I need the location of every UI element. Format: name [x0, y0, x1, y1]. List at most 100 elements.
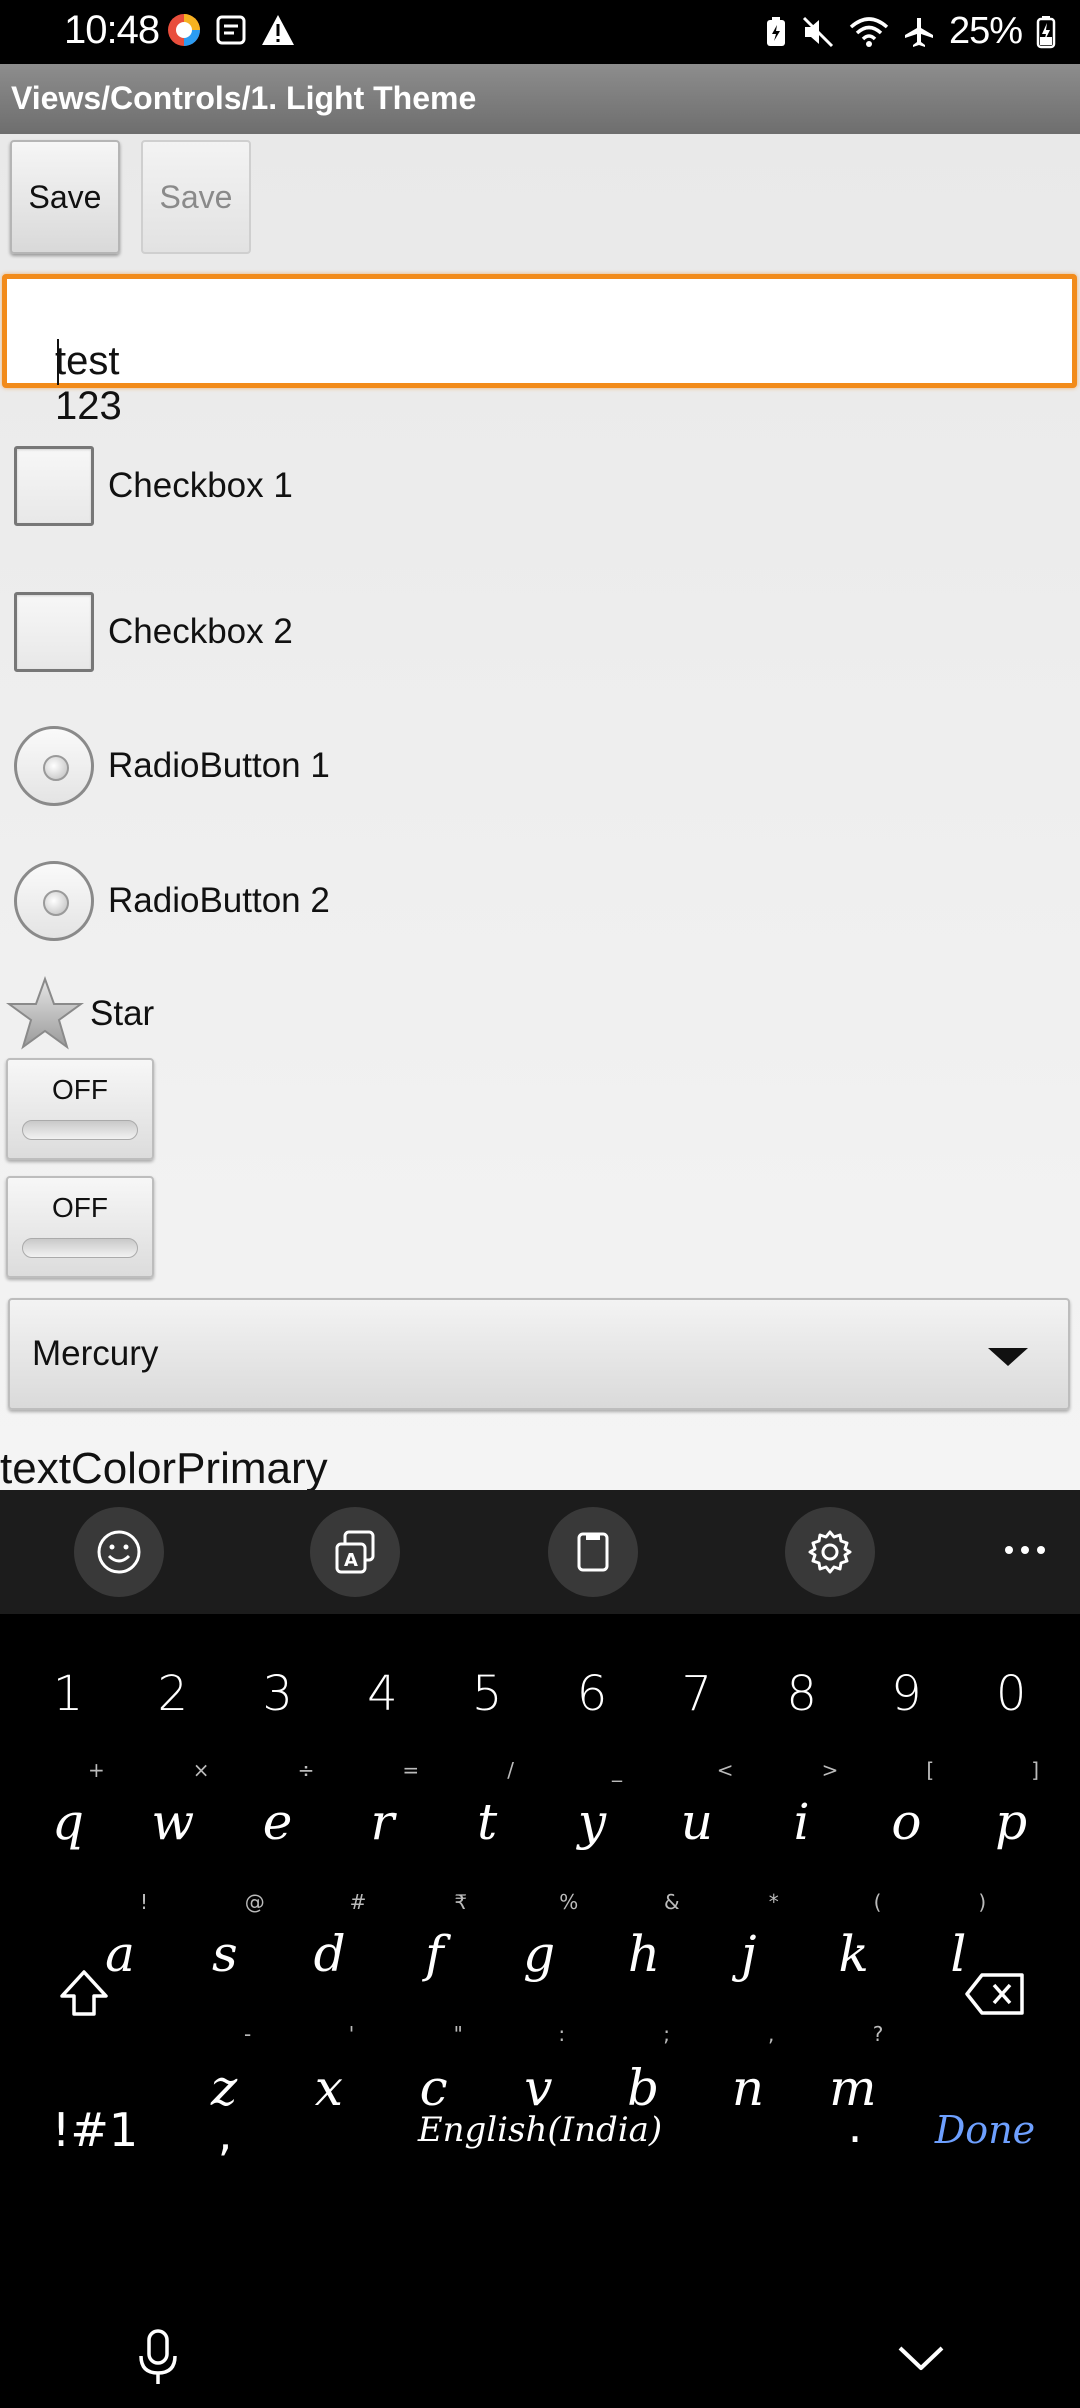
chevron-down-icon — [898, 2346, 944, 2370]
hint-f: ₹ — [454, 1890, 468, 1914]
checkbox-1-label: Checkbox 1 — [108, 466, 293, 505]
key-9[interactable]: 9 — [854, 1644, 958, 1744]
hint-s: @ — [244, 1890, 265, 1914]
clipboard-button[interactable] — [548, 1507, 638, 1597]
symbols-key[interactable]: !#1 — [40, 2080, 150, 2180]
radio-1-label: RadioButton 1 — [108, 746, 330, 785]
clipboard-icon — [577, 1532, 609, 1572]
toggle-1-indicator — [22, 1120, 138, 1140]
key-3[interactable]: 3 — [226, 1644, 330, 1744]
key-6[interactable]: 6 — [540, 1644, 644, 1744]
hint-e: ÷ — [297, 1758, 315, 1782]
more-icon — [1005, 1546, 1045, 1554]
hint-t: / — [507, 1758, 514, 1782]
toggle-2-label: OFF — [52, 1192, 108, 1223]
hide-keyboard-button[interactable] — [886, 2328, 956, 2388]
key-j[interactable]: j — [697, 1904, 801, 2004]
dropdown-arrow-icon — [988, 1348, 1028, 1366]
clipboard-notification-icon — [214, 13, 248, 47]
radio-1-row[interactable]: RadioButton 1 — [14, 725, 330, 807]
hint-b: ; — [663, 2022, 670, 2046]
key-1[interactable]: 1 — [16, 1644, 120, 1744]
toggle-1-label: OFF — [52, 1074, 108, 1105]
key-f[interactable]: f — [382, 1904, 486, 2004]
microphone-icon — [139, 2329, 177, 2384]
voice-input-button[interactable] — [126, 2318, 190, 2398]
hint-p: ] — [1031, 1758, 1039, 1782]
backspace-key[interactable] — [952, 1944, 1038, 2044]
battery-icon — [1036, 15, 1056, 49]
airplane-mode-icon — [903, 16, 935, 48]
radio-2-row[interactable]: RadioButton 2 — [14, 860, 330, 942]
spinner-value: Mercury — [32, 1334, 159, 1373]
key-4[interactable]: 4 — [330, 1644, 434, 1744]
shift-icon — [60, 1970, 108, 2016]
star-icon[interactable] — [6, 975, 84, 1053]
key-e[interactable]: e — [226, 1772, 330, 1872]
emoji-button[interactable] — [74, 1507, 164, 1597]
radio-button-2[interactable] — [14, 861, 94, 941]
hint-n: , — [768, 2022, 775, 2046]
gear-icon — [808, 1530, 852, 1574]
key-r[interactable]: r — [330, 1772, 434, 1872]
more-options-button[interactable] — [990, 1520, 1060, 1580]
battery-percent: 25% — [948, 10, 1023, 52]
hint-d: # — [349, 1890, 367, 1914]
wifi-icon — [849, 15, 889, 49]
key-s[interactable]: s — [173, 1904, 277, 2004]
key-g[interactable]: g — [487, 1904, 591, 2004]
text-caret — [57, 339, 59, 385]
key-8[interactable]: 8 — [750, 1644, 854, 1744]
comma-key[interactable]: , — [190, 2084, 260, 2184]
key-t[interactable]: t — [435, 1772, 539, 1872]
shift-key[interactable] — [44, 1944, 124, 2044]
done-key[interactable]: Done — [920, 2080, 1050, 2180]
star-row[interactable]: Star — [6, 974, 154, 1054]
key-p[interactable]: p — [959, 1772, 1063, 1872]
hint-u: < — [716, 1758, 734, 1782]
checkbox-2-row[interactable]: Checkbox 2 — [14, 592, 293, 672]
battery-saver-icon — [765, 16, 787, 48]
checkbox-2[interactable] — [14, 592, 94, 672]
text-color-primary-label: textColorPrimary — [0, 1444, 328, 1490]
toggle-2-indicator — [22, 1238, 138, 1258]
key-o[interactable]: o — [854, 1772, 958, 1872]
hint-r: = — [402, 1758, 420, 1782]
key-h[interactable]: h — [592, 1904, 696, 2004]
radio-button-1[interactable] — [14, 726, 94, 806]
hint-j: * — [768, 1890, 779, 1914]
key-0[interactable]: 0 — [959, 1644, 1063, 1744]
key-u[interactable]: u — [645, 1772, 749, 1872]
settings-button[interactable] — [785, 1507, 875, 1597]
checkbox-1[interactable] — [14, 446, 94, 526]
save-button[interactable]: Save — [10, 140, 120, 254]
key-5[interactable]: 5 — [435, 1644, 539, 1744]
hint-g: % — [559, 1890, 579, 1914]
svg-text:A: A — [344, 1550, 358, 1571]
key-y[interactable]: y — [540, 1772, 644, 1872]
emoji-icon — [97, 1530, 141, 1574]
hint-w: × — [192, 1758, 210, 1782]
key-i[interactable]: i — [750, 1772, 854, 1872]
translate-button[interactable]: A — [310, 1507, 400, 1597]
key-q[interactable]: q — [16, 1772, 120, 1872]
text-input-field[interactable]: test 123 — [2, 274, 1077, 428]
keyboard: 1234567890 q + w × e ÷ r = t / y _ u < i > o[p] a! s @ d # f ₹… — [0, 1614, 1080, 2298]
key-k[interactable]: k — [802, 1904, 906, 2004]
radio-2-label: RadioButton 2 — [108, 881, 330, 920]
navigation-bar — [0, 2298, 1080, 2408]
toggle-button-1[interactable]: OFF — [6, 1058, 154, 1160]
space-key[interactable]: English(India) — [280, 2080, 800, 2180]
hint-x: ' — [348, 2022, 355, 2046]
key-2[interactable]: 2 — [121, 1644, 225, 1744]
notification-icons — [166, 12, 296, 48]
toggle-button-2[interactable]: OFF — [6, 1176, 154, 1278]
key-7[interactable]: 7 — [645, 1644, 749, 1744]
planet-spinner[interactable]: Mercury — [8, 1298, 1070, 1410]
status-time: 10:48 — [64, 8, 160, 52]
checkbox-1-row[interactable]: Checkbox 1 — [14, 446, 293, 526]
key-w[interactable]: w — [121, 1772, 225, 1872]
key-d[interactable]: d — [278, 1904, 382, 2004]
period-key[interactable]: . — [820, 2076, 890, 2176]
mute-icon — [801, 15, 835, 49]
